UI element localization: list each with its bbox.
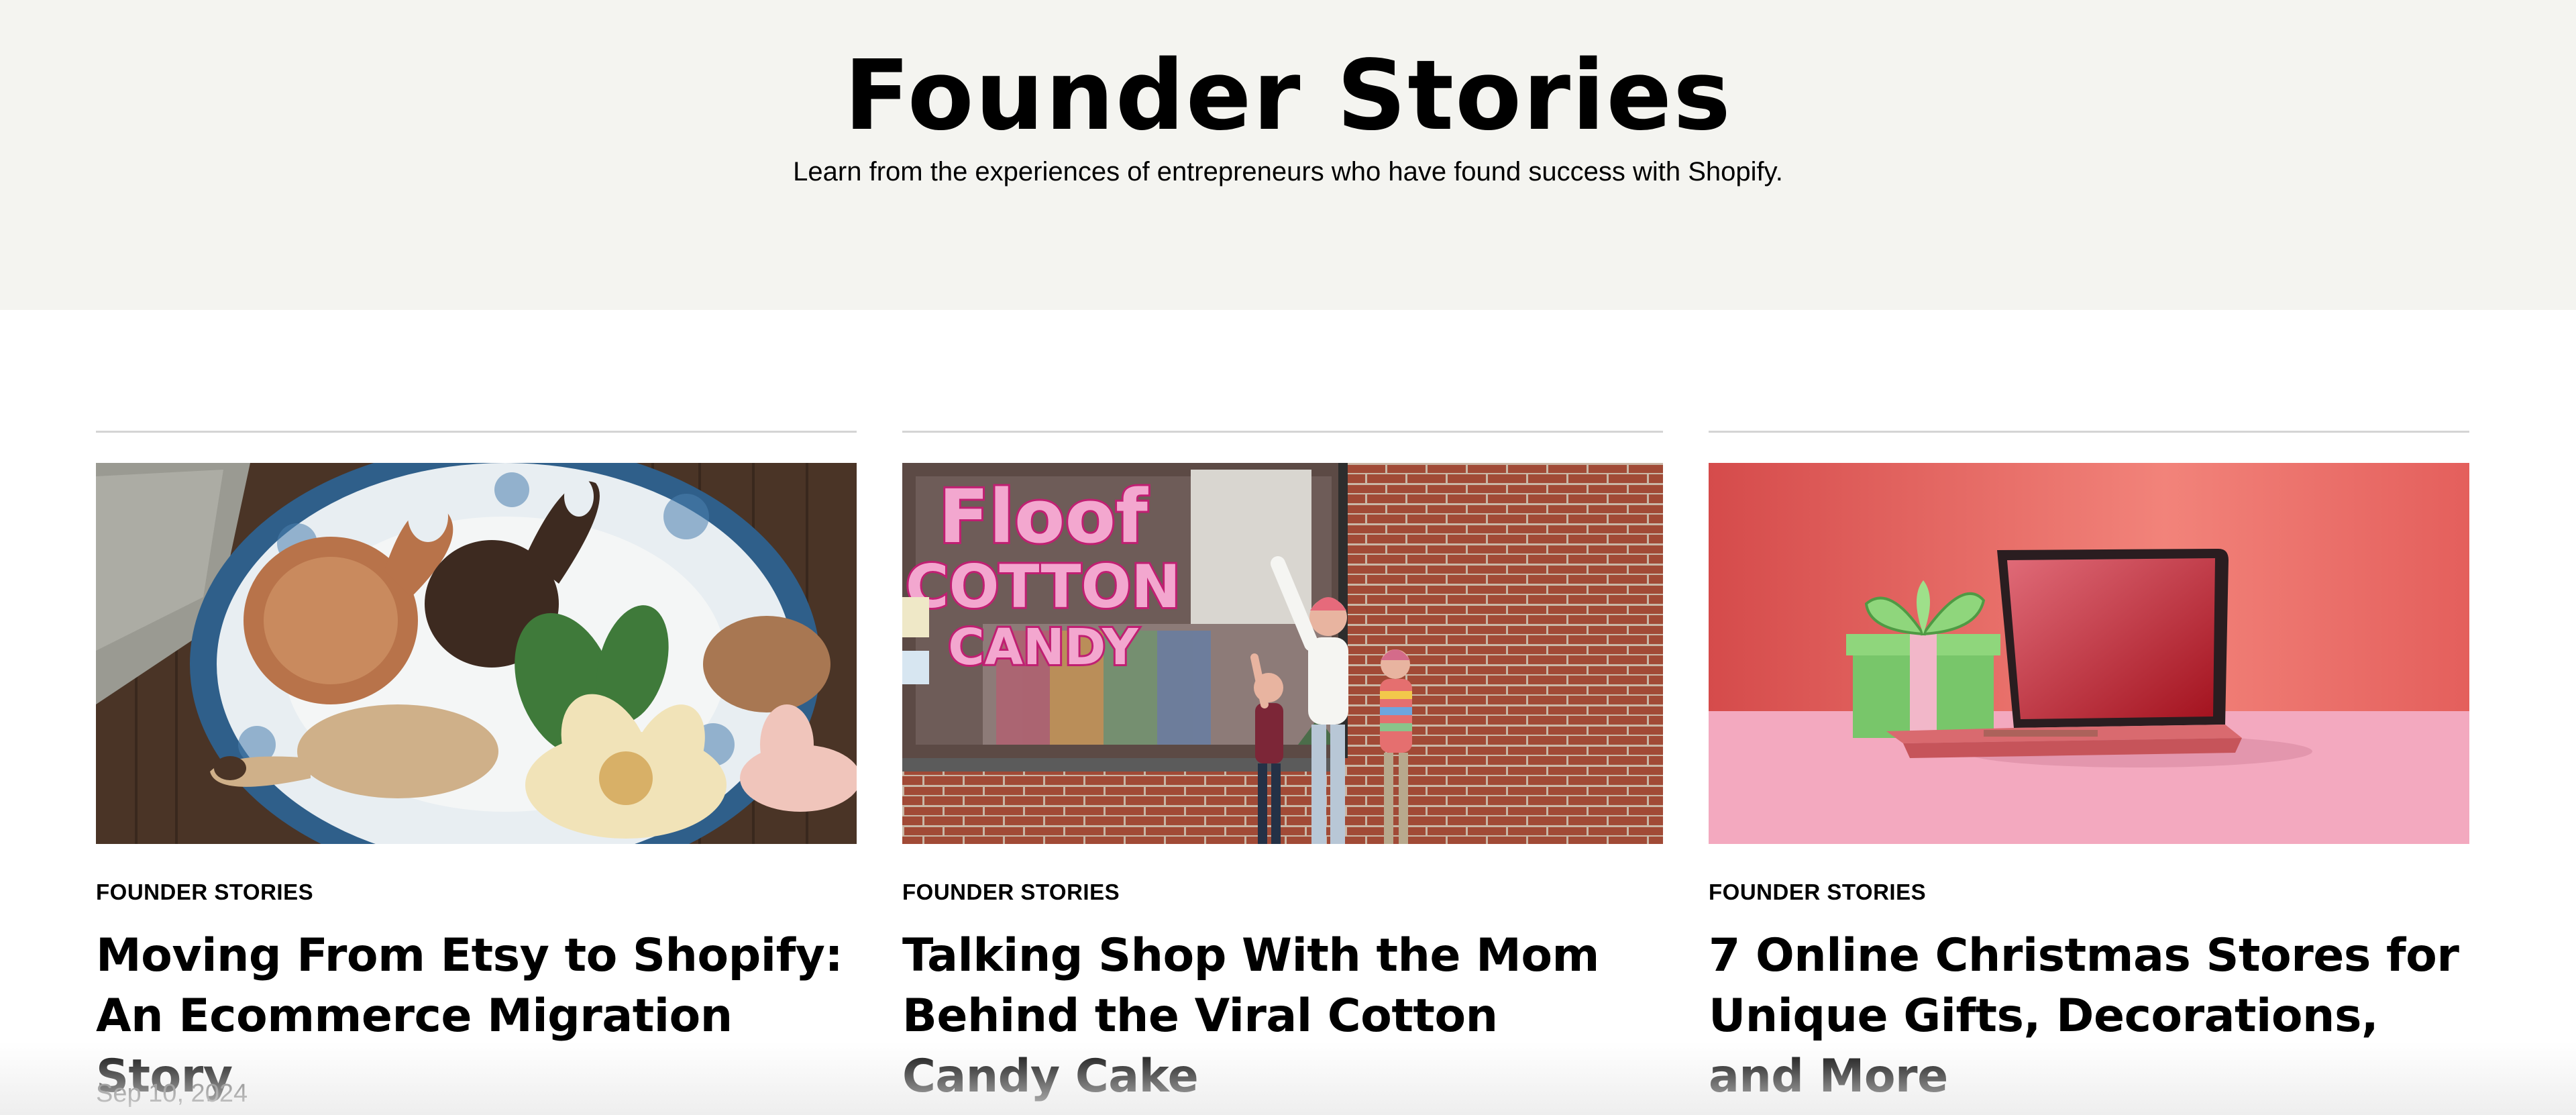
- article-card[interactable]: FOUNDER STORIES Moving From Etsy to Shop…: [96, 431, 857, 1115]
- article-title[interactable]: 7 Online Christmas Stores for Unique Gif…: [1709, 926, 2469, 1107]
- article-title[interactable]: Talking Shop With the Mom Behind the Vir…: [902, 926, 1663, 1107]
- sign-text-candy: CANDY: [948, 619, 1139, 676]
- page-title: Founder Stories: [844, 39, 1732, 152]
- article-thumbnail[interactable]: [1709, 463, 2469, 844]
- sign-text-cotton: COTTON: [906, 552, 1181, 621]
- card-divider: [902, 431, 1663, 433]
- page-subtitle: Learn from the experiences of entreprene…: [793, 157, 1783, 187]
- publish-date: Sep 10, 2024: [96, 1079, 248, 1108]
- article-card[interactable]: Floof COTTON CANDY FOUNDER STORIES Talki…: [902, 431, 1663, 1115]
- page-header: Founder Stories Learn from the experienc…: [0, 0, 2576, 310]
- article-thumbnail[interactable]: [96, 463, 857, 844]
- category-label[interactable]: FOUNDER STORIES: [902, 879, 1120, 906]
- article-thumbnail[interactable]: Floof COTTON CANDY: [902, 463, 1663, 844]
- category-label[interactable]: FOUNDER STORIES: [1709, 879, 1926, 906]
- card-divider: [1709, 431, 2469, 433]
- sign-text-floof: Floof: [938, 474, 1148, 560]
- card-divider: [96, 431, 857, 433]
- category-label[interactable]: FOUNDER STORIES: [96, 879, 313, 906]
- article-card[interactable]: FOUNDER STORIES 7 Online Christmas Store…: [1709, 431, 2469, 1115]
